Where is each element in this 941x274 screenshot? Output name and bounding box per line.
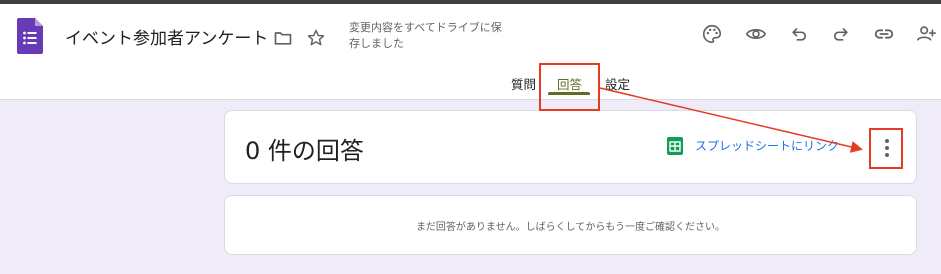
annotation-arrow [599,87,863,153]
